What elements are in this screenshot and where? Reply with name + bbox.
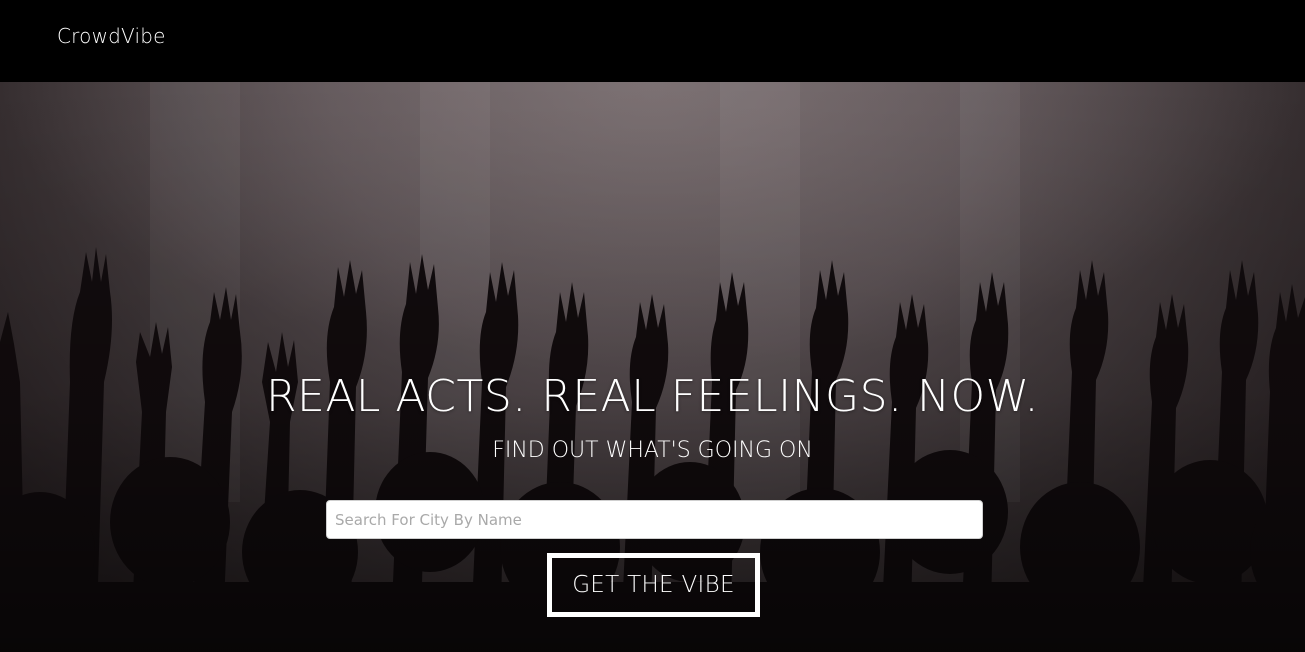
hero-section: REAL ACTS. REAL FEELINGS. NOW. FIND OUT … <box>0 82 1305 652</box>
hero-subheadline: FIND OUT WHAT'S GOING ON <box>492 438 813 463</box>
brand-logo-link[interactable]: CrowdVibe <box>57 24 166 48</box>
city-search-input[interactable] <box>326 500 983 539</box>
hero-headline: REAL ACTS. REAL FEELINGS. NOW. <box>265 371 1040 422</box>
top-navbar: CrowdVibe <box>0 0 1305 82</box>
get-the-vibe-button[interactable]: GET THE VIBE <box>547 553 760 617</box>
